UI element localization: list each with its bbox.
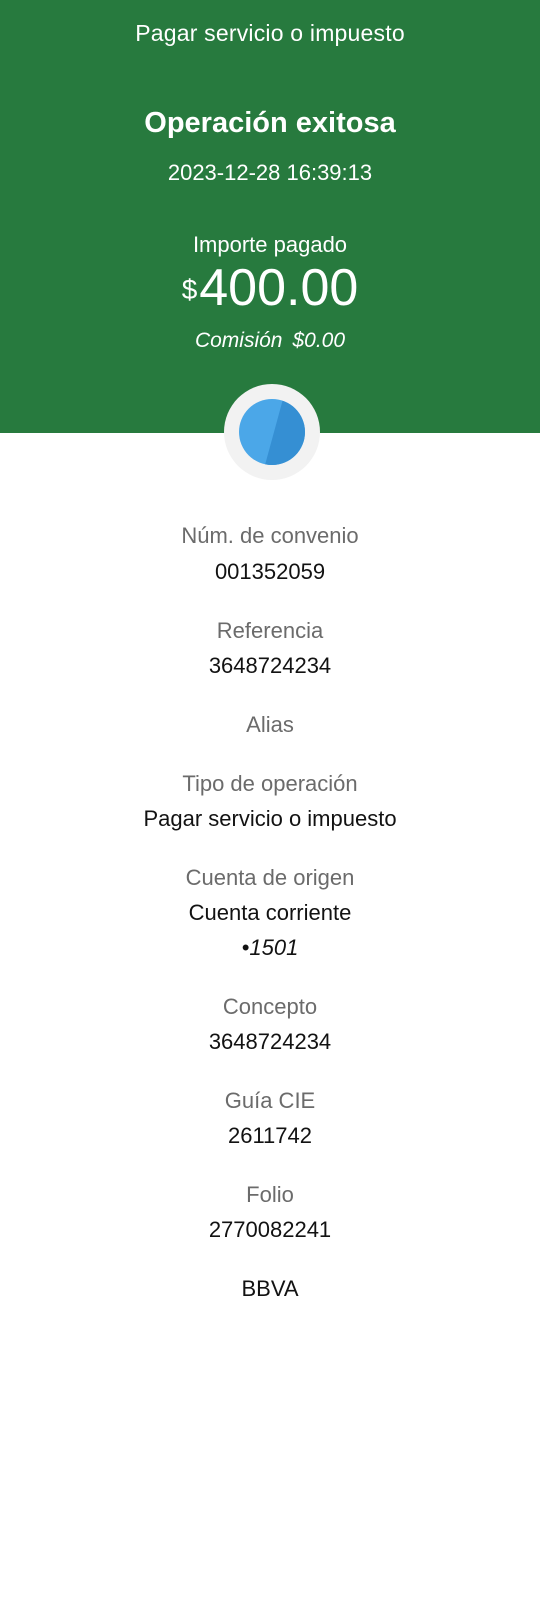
amount-value: 400.00 bbox=[199, 259, 359, 317]
referencia-label: Referencia bbox=[216, 618, 324, 643]
screen-title: Pagar servicio o impuesto bbox=[135, 20, 405, 46]
commission-value: $0.00 bbox=[292, 329, 346, 352]
status-title: Operación exitosa bbox=[144, 107, 396, 139]
amount-label: Importe pagado bbox=[192, 232, 348, 257]
cuenta-origen-value: Cuenta corriente bbox=[188, 900, 352, 925]
guia-cie-value: 2611742 bbox=[227, 1123, 312, 1148]
commission-label: Comisión bbox=[194, 329, 283, 352]
currency-symbol: $ bbox=[181, 274, 198, 305]
amount-paid: $400.00 bbox=[0, 258, 540, 318]
tipo-operacion-value: Pagar servicio o impuesto bbox=[143, 806, 397, 831]
cuenta-origen-number: •1501 bbox=[241, 935, 299, 960]
convenio-value: 001352059 bbox=[214, 559, 326, 584]
referencia-value: 3648724234 bbox=[208, 653, 332, 678]
commission: Comisión $0.00 bbox=[0, 329, 540, 353]
cuenta-origen-label: Cuenta de origen bbox=[185, 865, 355, 890]
status-circle-icon bbox=[239, 399, 305, 465]
receipt-header: Pagar servicio o impuesto Operación exit… bbox=[0, 0, 540, 433]
alias-label: Alias bbox=[246, 712, 294, 737]
guia-cie-label: Guía CIE bbox=[224, 1088, 316, 1113]
bank-name: BBVA bbox=[241, 1276, 299, 1301]
concepto-value: 3648724234 bbox=[208, 1029, 332, 1054]
status-icon-container bbox=[224, 384, 320, 480]
folio-value: 2770082241 bbox=[208, 1217, 332, 1242]
tipo-operacion-label: Tipo de operación bbox=[182, 771, 358, 796]
folio-label: Folio bbox=[246, 1182, 294, 1207]
convenio-label: Núm. de convenio bbox=[181, 523, 359, 548]
concepto-label: Concepto bbox=[222, 994, 318, 1019]
operation-timestamp: 2023-12-28 16:39:13 bbox=[167, 160, 373, 185]
